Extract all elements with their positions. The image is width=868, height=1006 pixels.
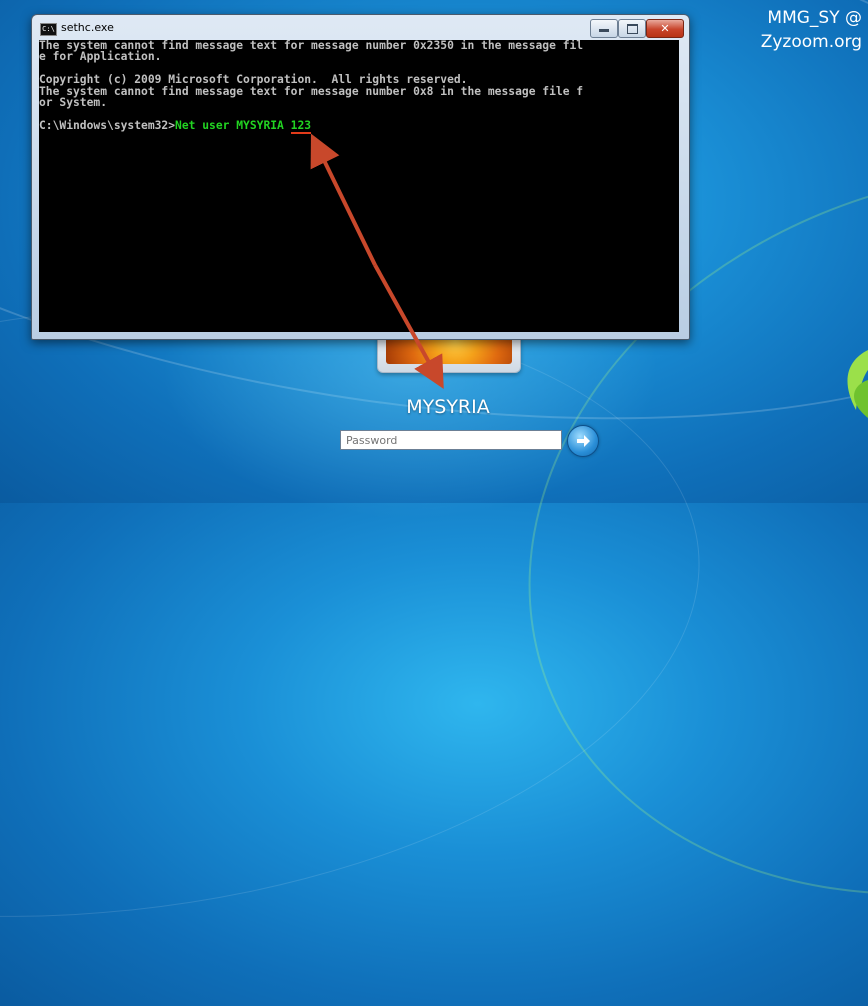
username-label: MYSYRIA — [406, 396, 490, 418]
cmd-icon: C:\ — [40, 23, 57, 36]
command-line[interactable]: C:\Windows\system32>Net user MYSYRIA 123 — [39, 118, 679, 134]
minimize-icon — [599, 29, 609, 32]
submit-button[interactable] — [567, 425, 599, 457]
close-icon: ✕ — [660, 22, 670, 35]
console-line: The system cannot find message text for … — [39, 84, 584, 98]
maximize-button[interactable] — [618, 19, 646, 38]
console-line: Copyright (c) 2009 Microsoft Corporation… — [39, 73, 468, 87]
minimize-button[interactable] — [590, 19, 618, 38]
console-line: or System. — [39, 95, 108, 109]
console-line: e for Application. — [39, 50, 162, 64]
watermark-line: Zyzoom.org — [760, 32, 862, 52]
maximize-icon — [627, 24, 638, 34]
password-input[interactable] — [340, 430, 562, 450]
watermark: MMG_SY @ Zyzoom.org — [761, 6, 862, 54]
console-prompt: C:\Windows\system32> — [39, 118, 176, 132]
console-command: Net user MYSYRIA — [175, 118, 291, 132]
console-command-password: 123 — [290, 118, 312, 134]
arrow-right-icon — [577, 435, 590, 447]
close-button[interactable]: ✕ — [646, 19, 684, 38]
leaf-icon — [847, 350, 868, 418]
console-output[interactable]: The system cannot find message text for … — [39, 40, 679, 332]
watermark-line: MMG_SY @ — [767, 8, 862, 28]
console-window[interactable]: C:\ sethc.exe ✕ The system cannot find m… — [31, 14, 690, 340]
title-bar[interactable]: C:\ sethc.exe ✕ — [32, 15, 689, 39]
window-title: sethc.exe — [61, 21, 114, 34]
